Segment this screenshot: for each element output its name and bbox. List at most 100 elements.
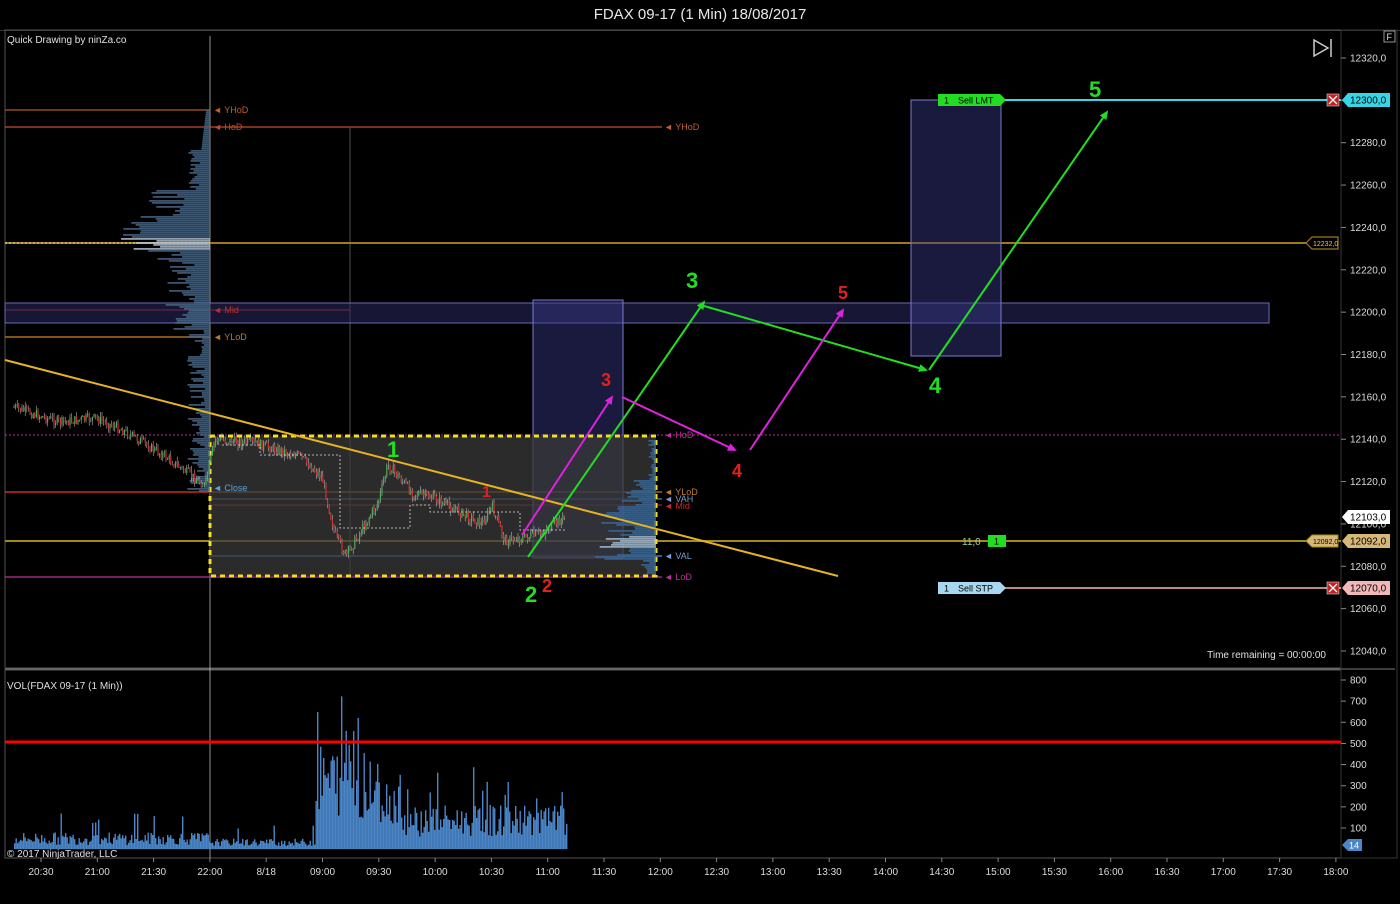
volume-bar xyxy=(158,836,160,850)
sell-lmt-order-tag[interactable]: 1 Sell LMT xyxy=(938,94,1006,106)
profile-left-bin xyxy=(191,362,210,364)
candle-body xyxy=(447,500,449,502)
volume-bar xyxy=(200,841,202,850)
magenta-arrow-4-5[interactable] xyxy=(749,308,845,451)
profile-left-bin xyxy=(175,210,210,212)
profile-left-bin xyxy=(201,144,210,146)
profile-left-bin xyxy=(198,466,210,468)
profile-left-bin xyxy=(170,266,210,268)
volume-bar xyxy=(315,800,317,850)
candle-body xyxy=(528,537,530,541)
volume-bar xyxy=(179,838,181,850)
volume-bar xyxy=(438,829,440,850)
volume-bar xyxy=(185,842,187,850)
profile-right-bin xyxy=(648,474,656,476)
candle-body xyxy=(23,407,25,412)
candle-body xyxy=(199,478,201,484)
volume-bar xyxy=(546,825,548,850)
candle-body xyxy=(535,531,537,536)
volume-axis[interactable]: 800 700 600 500 400 300 200 100 xyxy=(1341,676,1367,835)
volume-bar xyxy=(161,843,163,850)
profile-left-bin xyxy=(203,344,210,346)
candle-body xyxy=(131,432,133,435)
volume-bar xyxy=(519,811,521,850)
profile-left-bin xyxy=(201,342,210,344)
candle-body xyxy=(375,508,377,512)
candle-body xyxy=(410,490,412,494)
candle-body xyxy=(471,515,473,522)
volume-bar xyxy=(153,816,155,850)
candle-body xyxy=(487,510,489,520)
chart-canvas[interactable]: 12320,012300,012280,012260,012240,012220… xyxy=(0,0,1400,904)
profile-right-bin xyxy=(647,570,656,572)
volume-bar xyxy=(44,838,46,850)
candle-body xyxy=(181,466,183,468)
volume-bar xyxy=(260,840,262,850)
candle-body xyxy=(191,470,193,478)
profile-right-bin xyxy=(651,476,656,478)
time-zone-box-2[interactable] xyxy=(910,99,1002,357)
candle-body xyxy=(229,438,231,444)
profile-left-bin xyxy=(177,194,210,196)
candle-body xyxy=(179,467,181,468)
cancel-sell-stp-button[interactable] xyxy=(1326,581,1340,595)
volume-bar xyxy=(527,816,529,850)
candle-body xyxy=(303,456,305,458)
red-label-4: 4 xyxy=(732,461,742,481)
volume-bar xyxy=(560,805,562,850)
profile-right-bin xyxy=(631,490,656,492)
profile-right-bin xyxy=(652,470,656,472)
candle-body xyxy=(34,414,36,417)
candle-body xyxy=(467,511,469,522)
volume-bar xyxy=(195,839,197,850)
profile-left-bin xyxy=(184,198,210,200)
volume-bar xyxy=(213,845,215,850)
profile-left-bin xyxy=(201,374,210,376)
candle-body xyxy=(322,475,324,483)
volume-bar xyxy=(242,839,244,850)
candle-body xyxy=(221,437,223,440)
profile-left-bin xyxy=(204,486,210,488)
svg-text:◄ YHoD: ◄ YHoD xyxy=(664,122,700,132)
profile-right-bin xyxy=(626,492,656,494)
consolidation-box[interactable] xyxy=(208,434,658,578)
profile-left-bin xyxy=(192,366,210,368)
candle-body xyxy=(312,468,314,472)
candle-body xyxy=(267,442,269,448)
candle-body xyxy=(80,417,82,420)
volume-bar xyxy=(117,835,119,850)
profile-left-bin xyxy=(194,156,210,158)
price-axis[interactable]: 12320,0 12300,0 12280,0 12260,0 12240,0 12220… xyxy=(1341,54,1387,658)
volume-bar xyxy=(266,839,268,850)
candle-body xyxy=(192,473,194,478)
candle-body xyxy=(331,519,333,527)
sell-stp-order-tag[interactable]: 1 Sell STP xyxy=(938,582,1006,594)
time-axis[interactable]: 20:30 21:00 21:30 22:00 8/18 09:00 09:30 10:00 1… xyxy=(28,858,1349,878)
volume-bar xyxy=(299,843,301,850)
profile-left-bin xyxy=(203,382,210,384)
candle-body xyxy=(434,493,436,497)
candle-body xyxy=(458,506,460,515)
profile-left-bin xyxy=(202,338,210,340)
volume-bar xyxy=(150,832,152,850)
skip-to-end-icon[interactable] xyxy=(1313,38,1332,58)
candle-body xyxy=(223,439,225,441)
candle-body xyxy=(511,536,513,538)
candle-body xyxy=(19,408,21,412)
volume-bar xyxy=(212,842,214,850)
profile-right-bin xyxy=(612,542,656,544)
profile-right-bin xyxy=(639,482,656,484)
profile-left-bin xyxy=(182,314,210,316)
volume-bar xyxy=(204,835,206,850)
profile-left-bin xyxy=(192,462,210,464)
candle-body xyxy=(103,420,105,422)
cancel-sell-lmt-button[interactable] xyxy=(1326,93,1340,107)
candle-body xyxy=(205,476,207,483)
f-button[interactable]: F xyxy=(1383,30,1396,43)
candle-body xyxy=(184,470,186,473)
profile-left-bin xyxy=(194,264,210,266)
candle-body xyxy=(352,548,354,551)
time-tick-label: 13:30 xyxy=(817,867,842,878)
svg-text:11,0: 11,0 xyxy=(962,537,981,548)
candle-body xyxy=(251,438,253,441)
